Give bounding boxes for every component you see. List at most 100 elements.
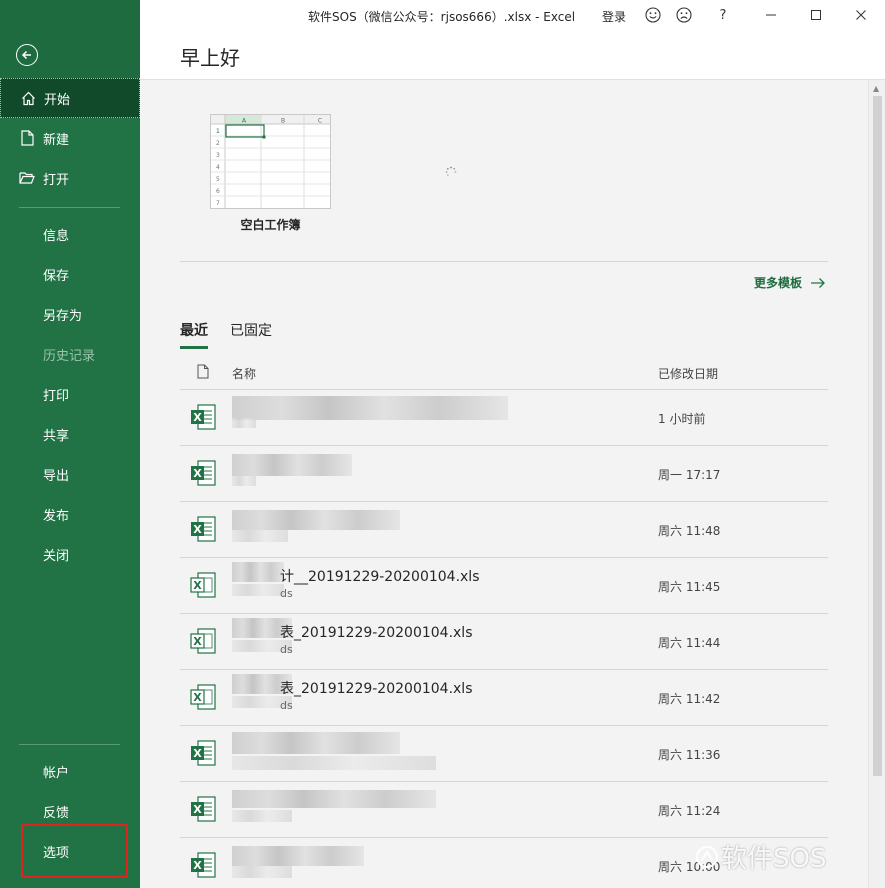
excel-file-icon: X	[191, 404, 216, 430]
smile-icon[interactable]	[644, 6, 662, 24]
column-header-modified[interactable]: 已修改日期	[658, 365, 718, 382]
table-row[interactable]: X 表_20191229-20200104.xlsds 周六 11:42	[180, 670, 828, 726]
file-modified-date: 1 小时前	[658, 412, 706, 426]
table-row[interactable]: X 周一 17:17	[180, 446, 828, 502]
blank-workbook-template[interactable]: A B C 123 4567	[210, 114, 331, 209]
vertical-scrollbar[interactable]: ▲	[868, 80, 885, 888]
table-row[interactable]: X 表_20191229-20200104.xlsds 周六 11:44	[180, 614, 828, 670]
scroll-thumb[interactable]	[873, 96, 882, 776]
redacted-filename	[232, 396, 508, 420]
excel-file-icon: X	[191, 516, 216, 542]
tab-recent[interactable]: 最近	[180, 320, 208, 349]
redacted-filename	[232, 756, 436, 770]
backstage-sidebar: 开始 新建 打开 信息 保存 另存为 历史记录 打印 共享 导出 发布 关闭 帐…	[0, 0, 140, 888]
svg-text:X: X	[193, 859, 202, 872]
sidebar-item-label: 发布	[43, 508, 70, 524]
sidebar-item-save-as[interactable]: 另存为	[0, 294, 140, 334]
sidebar-item-publish[interactable]: 发布	[0, 494, 140, 534]
svg-text:3: 3	[216, 152, 220, 159]
sidebar-item-print[interactable]: 打印	[0, 374, 140, 414]
sidebar-item-export[interactable]: 导出	[0, 454, 140, 494]
column-header-name[interactable]: 名称	[232, 365, 256, 382]
svg-text:X: X	[193, 691, 202, 704]
sidebar-item-label: 打开	[43, 172, 70, 188]
sidebar-item-label: 导出	[43, 468, 70, 484]
sidebar-item-save[interactable]: 保存	[0, 254, 140, 294]
watermark-text: 软件SOS	[721, 844, 827, 874]
svg-text:X: X	[193, 467, 202, 480]
sidebar-item-share[interactable]: 共享	[0, 414, 140, 454]
sidebar-item-open[interactable]: 打开	[0, 158, 140, 198]
redacted-filename	[232, 454, 352, 476]
file-modified-date: 周六 11:42	[658, 692, 721, 706]
file-path: ds	[280, 643, 293, 656]
sidebar-divider	[19, 744, 120, 745]
redacted-filename	[232, 530, 288, 542]
file-modified-date: 周六 11:45	[658, 580, 721, 594]
login-button[interactable]: 登录	[602, 8, 626, 25]
file-modified-date: 周六 11:48	[658, 524, 721, 538]
sidebar-item-home[interactable]: 开始	[0, 78, 140, 118]
back-arrow-icon[interactable]	[16, 44, 38, 66]
more-templates-link[interactable]: 更多模板	[754, 274, 826, 291]
redacted-filename	[232, 418, 256, 428]
sidebar-item-new[interactable]: 新建	[0, 118, 140, 158]
sidebar-item-label: 帐户	[43, 765, 70, 781]
sidebar-item-label: 保存	[43, 268, 70, 284]
help-icon[interactable]: ?	[714, 6, 732, 24]
tab-pinned[interactable]: 已固定	[230, 320, 272, 349]
svg-text:7: 7	[216, 200, 220, 207]
sidebar-item-label: 反馈	[43, 805, 70, 821]
minimize-icon[interactable]	[762, 6, 780, 24]
close-icon[interactable]	[852, 6, 870, 24]
excel-file-icon: X	[191, 852, 216, 878]
table-row[interactable]: X 计__20191229-20200104.xls ds 周六 11:45	[180, 558, 828, 614]
options-highlight-box	[21, 824, 128, 878]
sidebar-item-close[interactable]: 关闭	[0, 534, 140, 574]
redacted-filename	[232, 810, 292, 822]
blank-workbook-label: 空白工作簿	[240, 218, 301, 232]
svg-text:5: 5	[216, 176, 220, 183]
new-document-icon	[19, 130, 35, 146]
redacted-filename	[232, 476, 256, 486]
home-icon	[20, 90, 36, 106]
recent-tabs: 最近 已固定	[180, 320, 272, 349]
watermark-logo-icon	[696, 845, 718, 868]
table-row[interactable]: X 1 小时前	[180, 390, 828, 446]
title-bar: 软件SOS（微信公众号：rjsos666）.xlsx - Excel 登录 ?	[140, 0, 885, 32]
sidebar-item-info[interactable]: 信息	[0, 214, 140, 254]
svg-text:X: X	[193, 635, 202, 648]
file-path: ds	[280, 699, 293, 712]
sidebar-item-history: 历史记录	[0, 334, 140, 374]
redacted-filename	[232, 732, 400, 754]
file-modified-date: 周一 17:17	[658, 468, 721, 482]
redacted-filename	[232, 584, 284, 596]
file-modified-date: 周六 11:44	[658, 636, 721, 650]
table-row[interactable]: X 周六 11:24	[180, 782, 828, 838]
frown-icon[interactable]	[675, 6, 693, 24]
file-name: 表_20191229-20200104.xls	[280, 681, 473, 697]
sidebar-item-account[interactable]: 帐户	[0, 751, 140, 791]
maximize-icon[interactable]	[807, 6, 825, 24]
svg-text:C: C	[318, 118, 322, 125]
excel-file-icon: X	[191, 796, 216, 822]
svg-text:2: 2	[216, 140, 220, 147]
table-row[interactable]: X 周六 11:48	[180, 502, 828, 558]
page-title: 早上好	[180, 46, 240, 70]
sidebar-item-label: 历史记录	[43, 348, 96, 364]
scroll-up-icon[interactable]: ▲	[873, 84, 879, 93]
sidebar-divider	[19, 207, 120, 208]
main-content: A B C 123 4567 空白工作簿 更多模板 最近 已固定 名称 已修改日…	[140, 80, 868, 888]
svg-text:X: X	[193, 803, 202, 816]
table-row[interactable]: X 周六 11:36	[180, 726, 828, 782]
sidebar-item-label: 另存为	[43, 308, 83, 324]
svg-text:X: X	[193, 411, 202, 424]
divider	[180, 261, 828, 262]
sidebar-item-label: 关闭	[43, 548, 70, 564]
excel-file-icon: X	[191, 460, 216, 486]
excel-file-icon: X	[190, 684, 216, 710]
excel-file-icon: X	[190, 572, 216, 598]
file-name: 表_20191229-20200104.xls	[280, 625, 473, 641]
list-header: 名称 已修改日期	[180, 362, 828, 390]
excel-file-icon: X	[191, 740, 216, 766]
